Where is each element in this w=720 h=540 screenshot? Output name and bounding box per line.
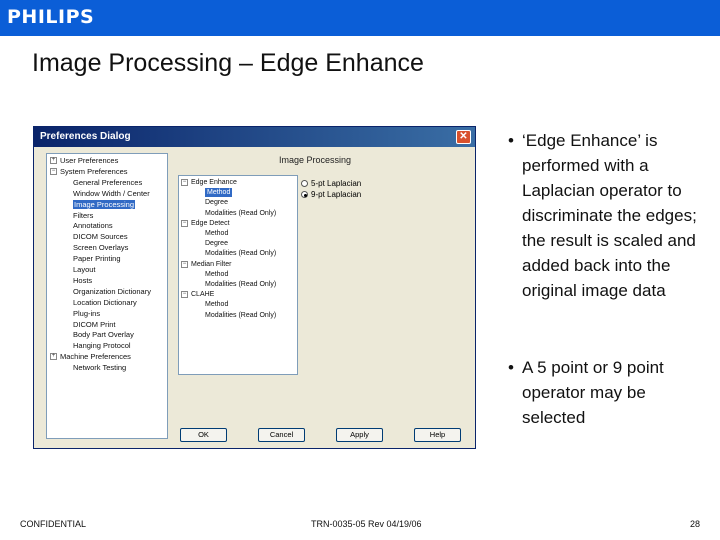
option-tree-item[interactable]: Median Filter [191, 260, 231, 269]
tree-item[interactable]: Screen Overlays [73, 243, 128, 252]
tree-item[interactable]: Hosts [73, 276, 92, 285]
apply-button[interactable]: Apply [336, 428, 383, 442]
tree-item[interactable]: Hanging Protocol [73, 341, 131, 350]
option-tree-item[interactable]: Edge Detect [191, 219, 230, 228]
tree-item[interactable]: System Preferences [60, 167, 128, 176]
tree-item[interactable]: Machine Preferences [60, 352, 131, 361]
radio-5pt-laplacian[interactable]: 5-pt Laplacian [301, 179, 361, 189]
tree-item[interactable]: DICOM Sources [73, 232, 128, 241]
help-button[interactable]: Help [414, 428, 461, 442]
tree-item[interactable]: Annotations [73, 221, 113, 230]
option-tree-item[interactable]: Degree [205, 198, 228, 207]
footer-confidential: CONFIDENTIAL [20, 519, 87, 529]
tree-item[interactable]: DICOM Print [73, 320, 116, 329]
tree-expander-icon[interactable]: − [181, 291, 188, 299]
bullet-point: • A 5 point or 9 point operator may be s… [508, 355, 702, 430]
option-tree-item[interactable]: Edge Enhance [191, 178, 237, 187]
bullet-text: A 5 point or 9 point operator may be sel… [522, 358, 664, 427]
option-tree-item[interactable]: Modalities (Read Only) [205, 209, 276, 218]
preferences-tree[interactable]: + User Preferences − System Preferences Gene… [46, 153, 168, 439]
option-tree-item[interactable]: CLAHE [191, 290, 214, 299]
tree-item[interactable]: Filters [73, 211, 93, 220]
option-tree-item[interactable]: Method [205, 188, 233, 198]
brand-header-bar: PHILIPS [0, 0, 720, 36]
option-tree-item[interactable]: Modalities (Read Only) [205, 311, 276, 320]
tree-item[interactable]: Window Width / Center [73, 189, 150, 198]
ok-button[interactable]: OK [180, 428, 227, 442]
radio-label: 5-pt Laplacian [311, 179, 362, 188]
option-tree-item[interactable]: Modalities (Read Only) [205, 249, 276, 258]
dialog-title: Preferences Dialog [40, 131, 131, 142]
close-icon[interactable]: ✕ [456, 130, 471, 144]
option-tree-item[interactable]: Degree [205, 239, 228, 248]
philips-logo: PHILIPS [7, 6, 95, 28]
tree-item[interactable]: Image Processing [73, 199, 136, 209]
tree-expander-icon[interactable]: + [50, 353, 57, 361]
pane-title: Image Processing [279, 155, 352, 165]
bullet-icon: • [508, 358, 514, 377]
bullet-text: ‘Edge Enhance’ is performed with a Lapla… [522, 131, 697, 300]
option-tree-item[interactable]: Method [205, 270, 228, 279]
tree-item[interactable]: User Preferences [60, 156, 118, 165]
radio-button[interactable] [301, 180, 308, 187]
processing-options-tree[interactable]: − Edge Enhance Method Degree Modalities (Rea… [178, 175, 298, 375]
footer-document-id: TRN-0035-05 Rev 04/19/06 [311, 519, 422, 529]
option-tree-item[interactable]: Method [205, 300, 228, 309]
radio-9pt-laplacian[interactable]: 9-pt Laplacian [301, 190, 361, 200]
page-number: 28 [690, 519, 701, 529]
tree-expander-icon[interactable]: − [181, 260, 188, 268]
slide-title: Image Processing – Edge Enhance [32, 49, 424, 77]
radio-label: 9-pt Laplacian [311, 190, 362, 199]
bullet-icon: • [508, 131, 514, 150]
option-tree-item[interactable]: Modalities (Read Only) [205, 280, 276, 289]
tree-expander-icon[interactable]: − [50, 167, 57, 175]
tree-expander-icon[interactable]: − [181, 219, 188, 227]
tree-item[interactable]: Location Dictionary [73, 298, 137, 307]
cancel-button[interactable]: Cancel [258, 428, 305, 442]
tree-item[interactable]: Network Testing [73, 363, 126, 372]
bullet-point: • ‘Edge Enhance’ is performed with a Lap… [508, 128, 702, 303]
tree-expander-icon[interactable]: + [50, 157, 57, 164]
tree-item[interactable]: Plug-ins [73, 309, 100, 318]
option-tree-item[interactable]: Method [205, 229, 228, 238]
tree-item[interactable]: General Preferences [73, 178, 142, 187]
dialog-title-bar[interactable]: Preferences Dialog ✕ [34, 127, 475, 147]
tree-item[interactable]: Paper Printing [73, 254, 121, 263]
tree-item[interactable]: Body Part Overlay [73, 330, 134, 339]
tree-item[interactable]: Layout [73, 265, 96, 274]
preferences-dialog: Preferences Dialog ✕ + User Preferences − S… [33, 126, 476, 449]
tree-item[interactable]: Organization Dictionary [73, 287, 151, 296]
tree-expander-icon[interactable]: − [181, 179, 188, 186]
radio-button[interactable] [301, 191, 308, 198]
